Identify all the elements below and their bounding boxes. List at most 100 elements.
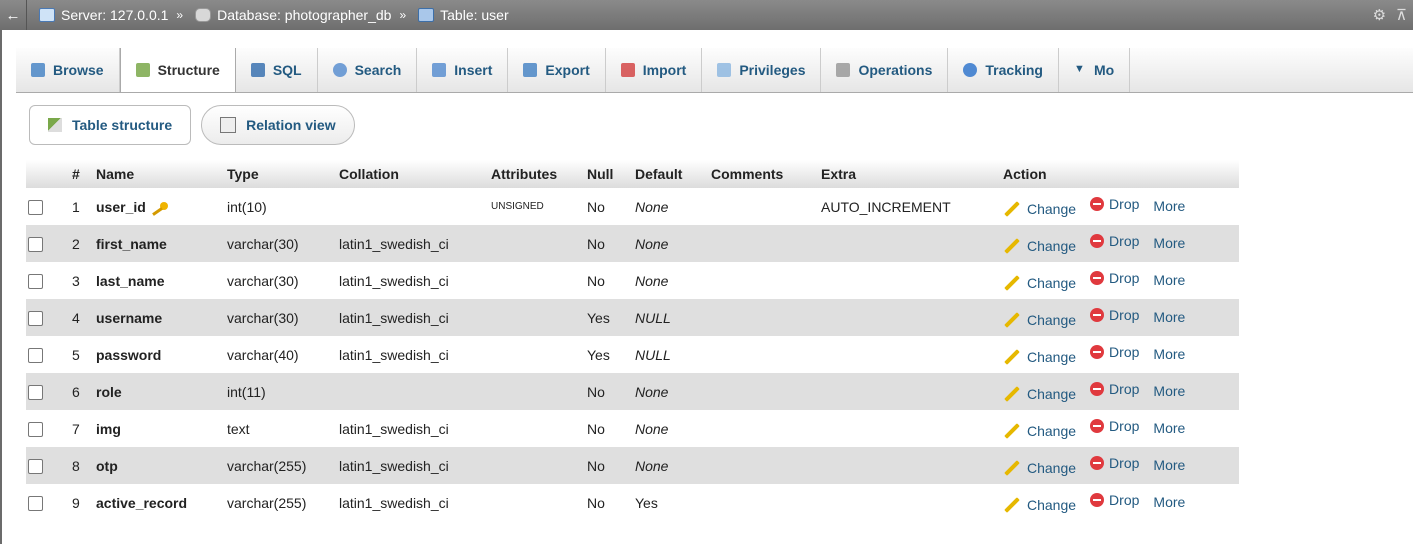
header-comments: Comments xyxy=(711,160,821,188)
breadcrumb-table[interactable]: Table: user xyxy=(418,7,509,23)
drop-icon xyxy=(1090,493,1105,507)
column-name-cell: otp xyxy=(96,447,227,484)
change-link[interactable]: Change xyxy=(1003,349,1076,365)
change-link[interactable]: Change xyxy=(1003,275,1076,291)
more-link[interactable]: More xyxy=(1153,457,1185,473)
collapse-icon[interactable]: ⊼ xyxy=(1396,6,1407,24)
tab-export[interactable]: Export xyxy=(508,48,606,92)
breadcrumb-database-label: Database: photographer_db xyxy=(217,7,392,23)
drop-icon xyxy=(1090,382,1105,396)
more-link[interactable]: More xyxy=(1153,309,1185,325)
column-comments xyxy=(711,299,821,336)
column-collation: latin1_swedish_ci xyxy=(339,225,491,262)
row-checkbox[interactable] xyxy=(28,495,43,511)
row-checkbox[interactable] xyxy=(28,347,43,363)
column-attributes xyxy=(491,336,587,373)
change-label: Change xyxy=(1027,275,1077,291)
row-checkbox[interactable] xyxy=(28,310,43,326)
tab-search[interactable]: Search xyxy=(318,48,418,92)
row-checkbox-cell xyxy=(26,262,72,299)
column-collation xyxy=(339,188,491,225)
row-checkbox[interactable] xyxy=(28,199,43,215)
tab-tracking[interactable]: Tracking xyxy=(948,48,1059,92)
drop-link[interactable]: Drop xyxy=(1090,270,1139,286)
more-link[interactable]: More xyxy=(1153,198,1185,214)
drop-link[interactable]: Drop xyxy=(1090,492,1139,508)
subtab-relation-view[interactable]: Relation view xyxy=(201,105,355,145)
row-checkbox[interactable] xyxy=(28,421,43,437)
sql-icon xyxy=(250,63,265,77)
change-link[interactable]: Change xyxy=(1003,312,1076,328)
tab-mo[interactable]: ▼ Mo xyxy=(1059,48,1131,92)
drop-link[interactable]: Drop xyxy=(1090,344,1139,360)
settings-gear-icon[interactable]: ⚙ xyxy=(1373,6,1386,24)
drop-link[interactable]: Drop xyxy=(1090,418,1139,434)
change-link[interactable]: Change xyxy=(1003,238,1076,254)
drop-icon xyxy=(1090,419,1105,433)
column-null: No xyxy=(587,272,605,289)
breadcrumb-server[interactable]: Server: 127.0.0.1 » xyxy=(39,7,183,23)
subtab-table-structure[interactable]: Table structure xyxy=(29,105,192,145)
table-row: 2 first_name varchar(30) latin1_swedish_ci N… xyxy=(26,225,1239,262)
column-name-cell: first_name xyxy=(96,225,227,262)
breadcrumb-database[interactable]: Database: photographer_db » xyxy=(195,7,406,23)
column-extra xyxy=(821,484,1003,521)
row-checkbox[interactable] xyxy=(28,236,43,252)
tab-privileges[interactable]: Privileges xyxy=(702,48,822,92)
column-name-cell: role xyxy=(96,373,227,410)
breadcrumb: ← Server: 127.0.0.1 » Database: photogra… xyxy=(0,0,1413,30)
change-link[interactable]: Change xyxy=(1003,497,1076,513)
tab-label: Export xyxy=(545,62,590,78)
tab-operations[interactable]: Operations xyxy=(821,48,949,92)
more-link[interactable]: More xyxy=(1153,383,1185,399)
drop-link[interactable]: Drop xyxy=(1090,233,1139,249)
header-num: # xyxy=(72,160,96,188)
header-attributes: Attributes xyxy=(491,160,587,188)
table-row: 7 img text latin1_swedish_ci No None Change Dro… xyxy=(26,410,1239,447)
drop-link[interactable]: Drop xyxy=(1090,455,1139,471)
tab-import[interactable]: Import xyxy=(606,48,703,92)
column-extra xyxy=(821,262,1003,299)
more-link[interactable]: More xyxy=(1153,494,1185,510)
row-checkbox[interactable] xyxy=(28,458,43,474)
breadcrumb-separator: » xyxy=(176,8,184,22)
table-row: 3 last_name varchar(30) latin1_swedish_ci No… xyxy=(26,262,1239,299)
header-null: Null xyxy=(587,160,635,188)
back-arrow-icon[interactable]: ← xyxy=(0,0,27,30)
column-collation: latin1_swedish_ci xyxy=(339,494,449,511)
column-default: None xyxy=(635,420,669,437)
import-icon xyxy=(620,63,635,77)
tab-structure[interactable]: Structure xyxy=(119,48,236,92)
column-name-cell: active_record xyxy=(96,484,227,521)
row-checkbox[interactable] xyxy=(28,273,43,289)
change-link[interactable]: Change xyxy=(1003,201,1076,217)
drop-label: Drop xyxy=(1109,455,1140,471)
drop-label: Drop xyxy=(1109,418,1140,434)
more-link[interactable]: More xyxy=(1153,272,1185,288)
tab-label: Browse xyxy=(53,62,104,78)
drop-link[interactable]: Drop xyxy=(1090,196,1139,212)
row-checkbox[interactable] xyxy=(28,384,43,400)
drop-link[interactable]: Drop xyxy=(1090,381,1139,397)
drop-label: Drop xyxy=(1109,492,1140,508)
row-number: 7 xyxy=(72,420,80,437)
tab-browse[interactable]: Browse xyxy=(16,48,120,92)
change-link[interactable]: Change xyxy=(1003,460,1076,476)
change-link[interactable]: Change xyxy=(1003,423,1076,439)
tab-sql[interactable]: SQL xyxy=(236,48,318,92)
more-link[interactable]: More xyxy=(1153,420,1185,436)
row-actions: Change Drop More xyxy=(1003,447,1239,484)
tab-label: Operations xyxy=(858,62,933,78)
header-collation: Collation xyxy=(339,160,491,188)
column-comments xyxy=(711,484,821,521)
row-actions: Change Drop More xyxy=(1003,484,1239,521)
row-checkbox-cell xyxy=(26,373,72,410)
tab-insert[interactable]: Insert xyxy=(417,48,509,92)
more-link[interactable]: More xyxy=(1153,235,1185,251)
more-link[interactable]: More xyxy=(1153,346,1185,362)
tab-label: SQL xyxy=(272,62,302,78)
drop-link[interactable]: Drop xyxy=(1090,307,1139,323)
column-name-cell: password xyxy=(96,336,227,373)
header-extra: Extra xyxy=(821,160,1003,188)
change-link[interactable]: Change xyxy=(1003,386,1076,402)
